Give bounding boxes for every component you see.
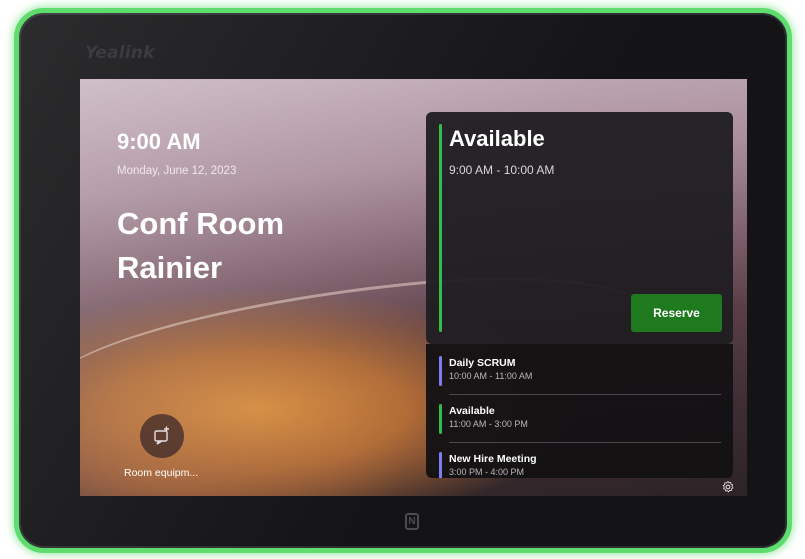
brand-logo: Yealink [85,43,155,63]
event-color-bar [439,356,442,386]
touch-screen: 9:00 AM Monday, June 12, 2023 Conf Room … [80,79,747,496]
event-color-bar [439,452,442,478]
current-date: Monday, June 12, 2023 [117,165,237,177]
status-title: Available [449,126,545,151]
status-accent-bar [439,124,442,332]
reserve-button[interactable]: Reserve [631,294,722,332]
event-time-range: 10:00 AM - 11:00 AM [449,371,533,381]
status-card: Available 9:00 AM - 10:00 AM Reserve [426,112,733,344]
room-panel-device: Yealink N 9:00 AM Monday, June 12, 2023 … [14,8,792,553]
list-item[interactable]: Daily SCRUM 10:00 AM - 11:00 AM [439,348,721,395]
list-item[interactable]: New Hire Meeting 3:00 PM - 4:00 PM [439,444,721,478]
room-equipment-label[interactable]: Room equipm... [124,467,198,479]
room-equipment-button[interactable] [140,414,184,458]
divider [449,394,721,395]
event-color-bar [439,404,442,434]
list-item[interactable]: Available 11:00 AM - 3:00 PM [439,396,721,443]
event-time-range: 3:00 PM - 4:00 PM [449,467,525,477]
nfc-icon: N [405,513,419,530]
schedule-list[interactable]: Daily SCRUM 10:00 AM - 11:00 AM Availabl… [426,344,733,478]
divider [449,442,721,443]
event-title: Daily SCRUM [449,357,516,369]
status-time-range: 9:00 AM - 10:00 AM [449,163,555,177]
event-time-range: 11:00 AM - 3:00 PM [449,419,528,429]
report-equipment-icon [154,426,169,445]
gear-icon[interactable] [721,480,735,494]
event-title: Available [449,405,495,417]
current-time: 9:00 AM [117,129,201,154]
event-title: New Hire Meeting [449,453,537,465]
room-name: Conf Room Rainier [117,206,285,285]
